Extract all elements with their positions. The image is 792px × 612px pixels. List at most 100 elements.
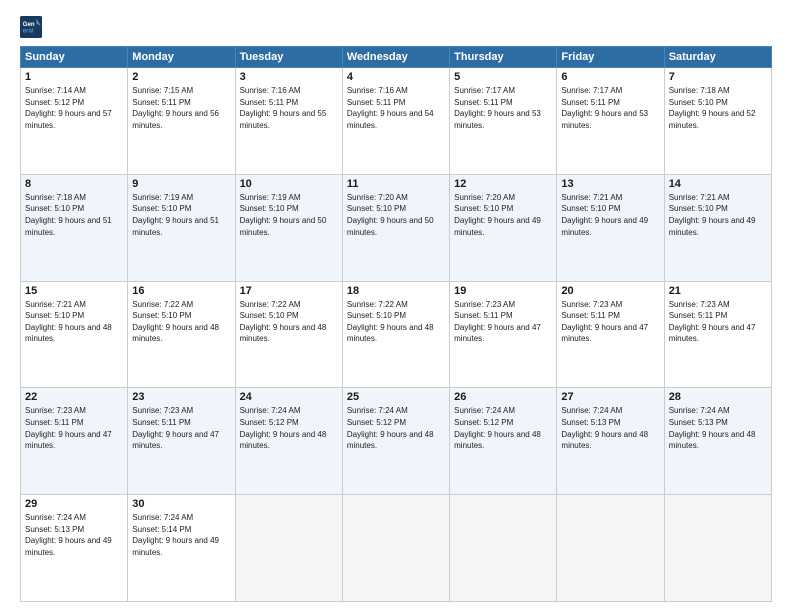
day-number: 4	[347, 71, 445, 83]
table-row: 14Sunrise: 7:21 AMSunset: 5:10 PMDayligh…	[664, 174, 771, 281]
logo-icon: Gen eral	[20, 16, 42, 38]
table-row: 1 Sunrise: 7:14 AMSunset: 5:12 PMDaylight…	[21, 68, 128, 175]
svg-text:Gen: Gen	[23, 22, 35, 28]
table-row: 7Sunrise: 7:18 AMSunset: 5:10 PMDaylight…	[664, 68, 771, 175]
table-row: 18 Sunrise: 7:22 AMSunset: 5:10 PMDayligh…	[342, 281, 449, 388]
cell-content: Sunrise: 7:24 AMSunset: 5:12 PMDaylight:…	[240, 405, 338, 451]
table-row: 4 Sunrise: 7:16 AMSunset: 5:11 PMDaylight…	[342, 68, 449, 175]
cell-content: Sunrise: 7:17 AMSunset: 5:11 PMDaylight:…	[454, 85, 552, 131]
table-row: 15 Sunrise: 7:21 AMSunset: 5:10 PMDayligh…	[21, 281, 128, 388]
col-wednesday: Wednesday	[342, 47, 449, 68]
col-sunday: Sunday	[21, 47, 128, 68]
calendar-header-row: Sunday Monday Tuesday Wednesday Thursday…	[21, 47, 772, 68]
cell-content: Sunrise: 7:21 AMSunset: 5:10 PMDaylight:…	[25, 299, 123, 345]
table-row: 16Sunrise: 7:22 AMSunset: 5:10 PMDayligh…	[128, 281, 235, 388]
cell-content: Sunrise: 7:24 AMSunset: 5:13 PMDaylight:…	[25, 512, 123, 558]
day-number: 2	[132, 71, 230, 83]
col-thursday: Thursday	[450, 47, 557, 68]
svg-text:eral: eral	[23, 29, 34, 35]
cell-content: Sunrise: 7:20 AMSunset: 5:10 PMDaylight:…	[454, 192, 552, 238]
day-number: 9	[132, 178, 230, 190]
day-number: 13	[561, 178, 659, 190]
col-tuesday: Tuesday	[235, 47, 342, 68]
cell-content: Sunrise: 7:23 AMSunset: 5:11 PMDaylight:…	[132, 405, 230, 451]
day-number: 26	[454, 391, 552, 403]
day-number: 29	[25, 498, 123, 510]
table-row: 22Sunrise: 7:23 AMSunset: 5:11 PMDayligh…	[21, 388, 128, 495]
day-number: 1	[25, 71, 123, 83]
cell-content: Sunrise: 7:24 AMSunset: 5:12 PMDaylight:…	[454, 405, 552, 451]
day-number: 27	[561, 391, 659, 403]
cell-content: Sunrise: 7:15 AMSunset: 5:11 PMDaylight:…	[132, 85, 230, 131]
day-number: 18	[347, 285, 445, 297]
day-number: 8	[25, 178, 123, 190]
col-friday: Friday	[557, 47, 664, 68]
calendar-week-row: 22Sunrise: 7:23 AMSunset: 5:11 PMDayligh…	[21, 388, 772, 495]
cell-content: Sunrise: 7:22 AMSunset: 5:10 PMDaylight:…	[347, 299, 445, 345]
cell-content: Sunrise: 7:16 AMSunset: 5:11 PMDaylight:…	[347, 85, 445, 131]
calendar-week-row: 1 Sunrise: 7:14 AMSunset: 5:12 PMDaylight…	[21, 68, 772, 175]
cell-content: Sunrise: 7:23 AMSunset: 5:11 PMDaylight:…	[25, 405, 123, 451]
cell-content: Sunrise: 7:21 AMSunset: 5:10 PMDaylight:…	[561, 192, 659, 238]
table-row: 10 Sunrise: 7:19 AMSunset: 5:10 PMDayligh…	[235, 174, 342, 281]
calendar-week-row: 15 Sunrise: 7:21 AMSunset: 5:10 PMDayligh…	[21, 281, 772, 388]
cell-content: Sunrise: 7:24 AMSunset: 5:12 PMDaylight:…	[347, 405, 445, 451]
cell-content: Sunrise: 7:24 AMSunset: 5:14 PMDaylight:…	[132, 512, 230, 558]
cell-content: Sunrise: 7:21 AMSunset: 5:10 PMDaylight:…	[669, 192, 767, 238]
table-row: 20 Sunrise: 7:23 AMSunset: 5:11 PMDayligh…	[557, 281, 664, 388]
cell-content: Sunrise: 7:19 AMSunset: 5:10 PMDaylight:…	[240, 192, 338, 238]
day-number: 17	[240, 285, 338, 297]
table-row: 25Sunrise: 7:24 AMSunset: 5:12 PMDayligh…	[342, 388, 449, 495]
table-row: 29 Sunrise: 7:24 AMSunset: 5:13 PMDayligh…	[21, 495, 128, 602]
table-row	[235, 495, 342, 602]
day-number: 28	[669, 391, 767, 403]
table-row: 19 Sunrise: 7:23 AMSunset: 5:11 PMDayligh…	[450, 281, 557, 388]
table-row: 24 Sunrise: 7:24 AMSunset: 5:12 PMDayligh…	[235, 388, 342, 495]
table-row	[450, 495, 557, 602]
table-row: 5Sunrise: 7:17 AMSunset: 5:11 PMDaylight…	[450, 68, 557, 175]
logo: Gen eral	[20, 16, 46, 38]
cell-content: Sunrise: 7:24 AMSunset: 5:13 PMDaylight:…	[561, 405, 659, 451]
day-number: 20	[561, 285, 659, 297]
page: Gen eral Sunday Monday Tuesday Wednesday	[0, 0, 792, 612]
table-row	[664, 495, 771, 602]
table-row	[557, 495, 664, 602]
day-number: 11	[347, 178, 445, 190]
table-row: 11 Sunrise: 7:20 AMSunset: 5:10 PMDayligh…	[342, 174, 449, 281]
cell-content: Sunrise: 7:24 AMSunset: 5:13 PMDaylight:…	[669, 405, 767, 451]
day-number: 19	[454, 285, 552, 297]
cell-content: Sunrise: 7:18 AMSunset: 5:10 PMDaylight:…	[25, 192, 123, 238]
table-row: 12 Sunrise: 7:20 AMSunset: 5:10 PMDayligh…	[450, 174, 557, 281]
table-row: 8 Sunrise: 7:18 AMSunset: 5:10 PMDaylight…	[21, 174, 128, 281]
table-row: 28 Sunrise: 7:24 AMSunset: 5:13 PMDayligh…	[664, 388, 771, 495]
day-number: 6	[561, 71, 659, 83]
cell-content: Sunrise: 7:23 AMSunset: 5:11 PMDaylight:…	[454, 299, 552, 345]
calendar-week-row: 8 Sunrise: 7:18 AMSunset: 5:10 PMDaylight…	[21, 174, 772, 281]
day-number: 23	[132, 391, 230, 403]
table-row: 13 Sunrise: 7:21 AMSunset: 5:10 PMDayligh…	[557, 174, 664, 281]
table-row: 21 Sunrise: 7:23 AMSunset: 5:11 PMDayligh…	[664, 281, 771, 388]
cell-content: Sunrise: 7:14 AMSunset: 5:12 PMDaylight:…	[25, 85, 123, 131]
cell-content: Sunrise: 7:22 AMSunset: 5:10 PMDaylight:…	[240, 299, 338, 345]
table-row: 17 Sunrise: 7:22 AMSunset: 5:10 PMDayligh…	[235, 281, 342, 388]
day-number: 3	[240, 71, 338, 83]
day-number: 21	[669, 285, 767, 297]
calendar-week-row: 29 Sunrise: 7:24 AMSunset: 5:13 PMDayligh…	[21, 495, 772, 602]
table-row: 9Sunrise: 7:19 AMSunset: 5:10 PMDaylight…	[128, 174, 235, 281]
day-number: 30	[132, 498, 230, 510]
table-row: 23 Sunrise: 7:23 AMSunset: 5:11 PMDayligh…	[128, 388, 235, 495]
table-row: 3Sunrise: 7:16 AMSunset: 5:11 PMDaylight…	[235, 68, 342, 175]
cell-content: Sunrise: 7:20 AMSunset: 5:10 PMDaylight:…	[347, 192, 445, 238]
day-number: 7	[669, 71, 767, 83]
cell-content: Sunrise: 7:23 AMSunset: 5:11 PMDaylight:…	[561, 299, 659, 345]
day-number: 24	[240, 391, 338, 403]
cell-content: Sunrise: 7:22 AMSunset: 5:10 PMDaylight:…	[132, 299, 230, 345]
col-monday: Monday	[128, 47, 235, 68]
table-row: 2 Sunrise: 7:15 AMSunset: 5:11 PMDaylight…	[128, 68, 235, 175]
cell-content: Sunrise: 7:23 AMSunset: 5:11 PMDaylight:…	[669, 299, 767, 345]
col-saturday: Saturday	[664, 47, 771, 68]
day-number: 10	[240, 178, 338, 190]
day-number: 15	[25, 285, 123, 297]
header: Gen eral	[20, 16, 772, 38]
day-number: 12	[454, 178, 552, 190]
